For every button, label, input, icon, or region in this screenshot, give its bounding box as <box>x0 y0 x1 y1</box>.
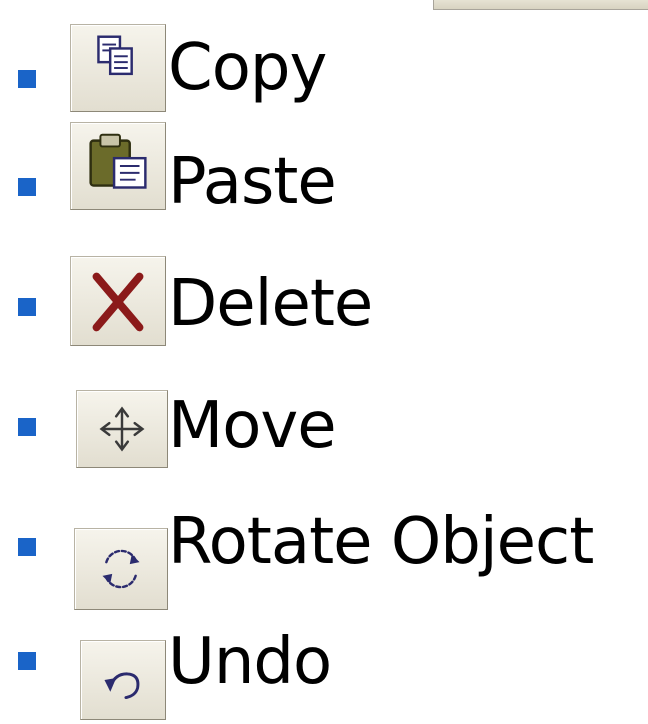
bullet <box>18 178 36 196</box>
item-label: Paste <box>168 145 337 219</box>
list-item-rotate-object: Rotate Object <box>0 480 648 610</box>
bullet <box>18 298 36 316</box>
undo-button[interactable] <box>80 640 166 720</box>
list-item-move: Move <box>0 358 648 468</box>
item-label: Move <box>168 389 337 463</box>
bullet <box>18 70 36 88</box>
copy-button[interactable] <box>70 24 166 112</box>
item-label: Rotate Object <box>168 505 594 579</box>
list-item-paste: Paste <box>0 118 648 218</box>
item-label: Undo <box>168 625 332 699</box>
move-button[interactable] <box>76 390 168 468</box>
rotate-object-button[interactable] <box>74 528 168 610</box>
bullet <box>18 652 36 670</box>
list-item-copy: Copy <box>0 18 648 118</box>
item-label: Copy <box>168 31 327 105</box>
list-item-undo: Undo <box>0 600 648 720</box>
paste-button[interactable] <box>70 122 166 210</box>
item-label: Delete <box>168 267 373 341</box>
delete-button[interactable] <box>70 256 166 346</box>
bullet <box>18 538 36 556</box>
command-list: Copy Paste Delete Move Rotate Object Und… <box>0 0 648 724</box>
list-item-delete: Delete <box>0 238 648 346</box>
bullet <box>18 418 36 436</box>
